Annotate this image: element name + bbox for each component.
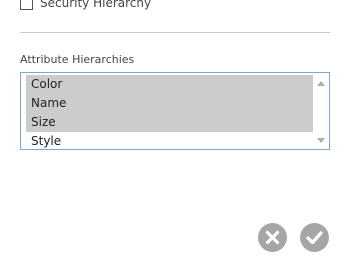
section-divider bbox=[20, 32, 330, 33]
list-item-style[interactable]: Style bbox=[26, 132, 313, 149]
attribute-hierarchies-listbox[interactable]: Color Name Size Style bbox=[20, 72, 330, 150]
attribute-hierarchies-items: Color Name Size Style bbox=[26, 75, 313, 149]
security-hierarchy-label: Security Hierarchy bbox=[40, 0, 152, 10]
scroll-up-arrow-icon[interactable] bbox=[317, 81, 325, 86]
confirm-button[interactable] bbox=[300, 223, 329, 252]
list-item-color[interactable]: Color bbox=[26, 75, 313, 94]
listbox-scrollbar[interactable] bbox=[313, 73, 329, 149]
security-hierarchy-checkbox[interactable] bbox=[20, 0, 33, 10]
checkmark-icon bbox=[306, 231, 323, 245]
security-hierarchy-row[interactable]: Security Hierarchy bbox=[20, 0, 151, 12]
close-icon bbox=[265, 230, 280, 245]
scroll-down-arrow-icon[interactable] bbox=[317, 138, 325, 143]
cancel-button[interactable] bbox=[258, 223, 287, 252]
list-item-size[interactable]: Size bbox=[26, 113, 313, 132]
list-item-name[interactable]: Name bbox=[26, 94, 313, 113]
attribute-hierarchies-title: Attribute Hierarchies bbox=[20, 53, 135, 66]
